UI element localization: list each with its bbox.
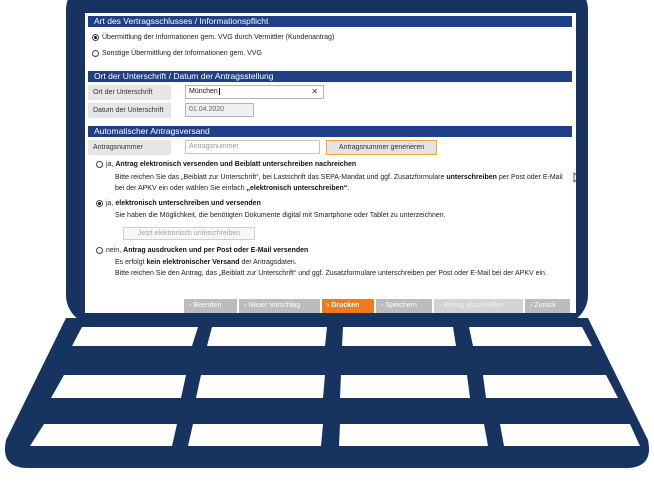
option-title: Antrag elektronisch versenden und Beibla…	[115, 160, 357, 168]
application-number-row: Antragsnummer Antragsnummer Antragsnumme…	[88, 138, 572, 156]
option-prefix: nein,	[106, 246, 122, 254]
new-proposal-button[interactable]: › Neuer Vorschlag	[239, 299, 320, 313]
button-label: Beenden	[193, 302, 222, 309]
application-number-label: Antragsnummer	[88, 139, 171, 155]
radio-label: Übermittlung der Informationen gem. VVG …	[102, 33, 335, 41]
option-prefix: ja,	[106, 199, 114, 207]
chevron-right-icon: ›	[530, 302, 533, 309]
section-header-dispatch: Automatischer Antragsversand	[88, 126, 572, 137]
option-description: Bitte reichen Sie das „Beiblatt zur Unte…	[92, 172, 572, 194]
save-button[interactable]: › Speichern	[376, 299, 432, 313]
chevron-right-icon: ›	[327, 302, 330, 309]
app-screen: Art des Vertragsschlusses / Informations…	[85, 13, 576, 313]
text-part: der Antragsdaten.	[239, 259, 297, 266]
option-description: Sie haben die Möglichkeit, die benötigte…	[115, 212, 446, 219]
radio-option-broker-transmission[interactable]: Übermittlung der Informationen gem. VVG …	[88, 30, 572, 44]
automatic-dispatch-section: Automatischer Antragsversand Antragsnumm…	[88, 126, 572, 279]
radio-option-other-transmission[interactable]: Sonstige Übermittlung der Informationen …	[88, 46, 572, 60]
radio-unselected-icon[interactable]	[92, 49, 99, 57]
text-bold: unterschreiben	[446, 174, 497, 181]
text-part: .	[347, 185, 350, 192]
text-part: Bitte reichen Sie das „Beiblatt zur Unte…	[115, 174, 447, 181]
button-label: Drucken	[331, 302, 360, 309]
date-label: Datum der Unterschrift	[88, 102, 171, 118]
radio-selected-icon[interactable]	[96, 199, 103, 207]
chevron-right-icon: ›	[189, 302, 192, 309]
chevron-right-icon: ›	[381, 302, 384, 309]
generate-number-button[interactable]: Antragsnummer generieren	[326, 139, 437, 155]
option-print-send: nein, Antrag ausdrucken und per Post ode…	[88, 244, 572, 279]
option-electronic-sign: ja, elektronisch unterschreiben und vers…	[88, 197, 572, 240]
radio-unselected-icon[interactable]	[96, 246, 103, 254]
option-title: elektronisch unterschreiben und versende…	[115, 199, 261, 207]
finish-application-button[interactable]: › Antrag abschließen	[434, 299, 523, 313]
print-button[interactable]: › Drucken	[322, 299, 374, 313]
button-label: Antrag abschließen	[443, 302, 504, 309]
radio-selected-icon[interactable]	[92, 33, 99, 41]
button-label: Speichern	[385, 302, 417, 309]
place-row: Ort der Unterschrift München ✕	[88, 84, 572, 100]
text-part: Bitte reichen Sie den Antrag, das „Beibl…	[115, 270, 547, 277]
chevron-right-icon: ›	[244, 302, 247, 309]
text-bold: kein elektronischer Versand	[146, 259, 240, 266]
radio-option-electronic-sign[interactable]: ja, elektronisch unterschreiben und vers…	[92, 197, 572, 209]
radio-option-electronic-send[interactable]: ja, Antrag elektronisch versenden und Be…	[92, 158, 572, 170]
sign-electronically-button[interactable]: Jetzt elektronisch unterschreiben	[123, 227, 255, 240]
text-part: Es erfolgt	[115, 259, 147, 266]
section-header-signature: Ort der Unterschrift / Datum der Antrags…	[88, 71, 572, 82]
contract-conclusion-section: Art des Vertragsschlusses / Informations…	[88, 16, 572, 60]
text-cursor	[218, 88, 220, 95]
clear-icon[interactable]: ✕	[311, 86, 318, 98]
quit-button[interactable]: › Beenden	[184, 299, 237, 313]
option-description: Es erfolgt kein elektronischer Versand d…	[92, 257, 572, 279]
section-header-contract-conclusion: Art des Vertragsschlusses / Informations…	[88, 16, 572, 27]
radio-unselected-icon[interactable]	[96, 160, 103, 168]
date-field: 01.04.2020	[185, 103, 254, 117]
mouse-pointer-icon	[573, 172, 576, 183]
signature-place-date-section: Ort der Unterschrift / Datum der Antrags…	[88, 71, 572, 118]
date-row: Datum der Unterschrift 01.04.2020	[88, 102, 572, 118]
place-label: Ort der Unterschrift	[88, 84, 171, 100]
application-number-input[interactable]: Antragsnummer	[185, 140, 320, 154]
place-input[interactable]: München ✕	[185, 85, 324, 99]
option-prefix: ja,	[106, 160, 114, 168]
back-button[interactable]: › Zurück	[525, 299, 570, 313]
action-toolbar: › Beenden › Neuer Vorschlag › Drucken › Spei…	[88, 299, 572, 313]
option-electronic-send-supplement: ja, Antrag elektronisch versenden und Be…	[88, 158, 572, 194]
chevron-right-icon: ›	[439, 302, 442, 309]
place-value: München	[189, 88, 218, 95]
button-label: Zurück	[534, 302, 556, 309]
option-title: Antrag ausdrucken und per Post oder E-Ma…	[123, 246, 309, 254]
text-bold: „elektronisch unterschreiben“	[246, 185, 348, 192]
radio-label: Sonstige Übermittlung der Informationen …	[102, 49, 262, 57]
button-label: Neuer Vorschlag	[248, 302, 301, 309]
radio-option-print[interactable]: nein, Antrag ausdrucken und per Post ode…	[92, 244, 572, 256]
